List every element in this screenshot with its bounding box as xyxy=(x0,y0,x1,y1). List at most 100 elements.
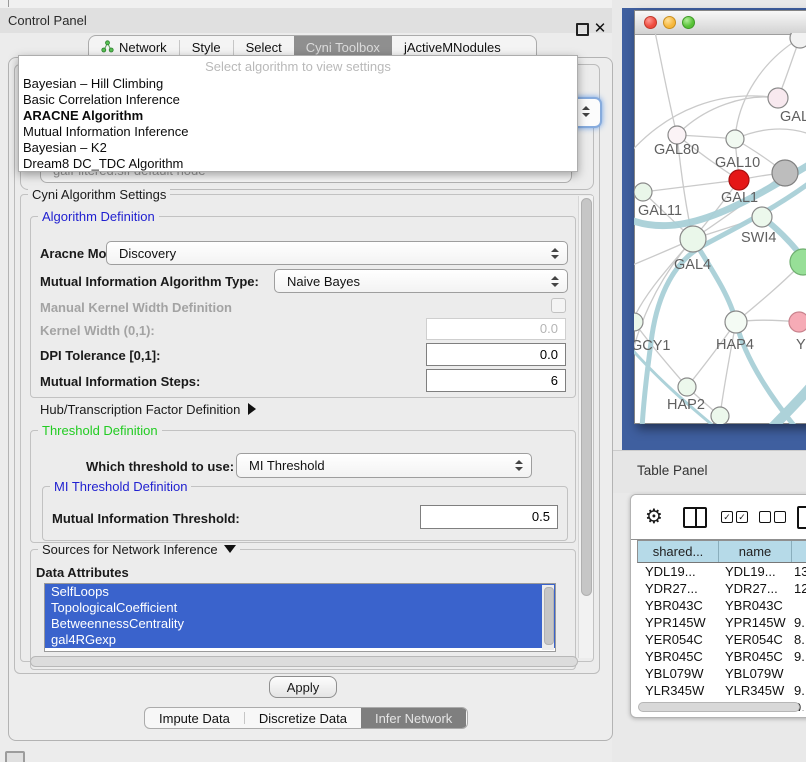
list-item[interactable]: BetweennessCentrality xyxy=(45,616,555,632)
node-label: HAP4 xyxy=(716,337,754,353)
table-row[interactable]: YPR145W YPR145W 9. xyxy=(637,614,806,631)
node-gray[interactable] xyxy=(772,160,798,186)
network-node-labels: GAL GAL80 GAL10 GAL1 GAL11 SWI4 GAL4 GCY… xyxy=(634,109,806,413)
tab-infer-network[interactable]: Infer Network xyxy=(361,708,466,728)
hub-definition-label: Hub/Transcription Factor Definition xyxy=(40,402,240,417)
node-pink[interactable] xyxy=(789,312,806,332)
cyni-algorithm-settings-title: Cyni Algorithm Settings xyxy=(28,188,170,201)
settings-vertical-scrollbar[interactable] xyxy=(578,196,593,658)
close-traffic-light-icon[interactable] xyxy=(644,16,657,29)
hub-definition-toggle[interactable]: Hub/Transcription Factor Definition xyxy=(40,402,256,417)
node-label: Y xyxy=(796,337,806,353)
cell-name: YDR27... xyxy=(717,580,789,597)
scrollbar-thumb[interactable] xyxy=(581,198,592,596)
manual-kernel-width-checkbox[interactable] xyxy=(551,298,566,313)
node-gal11[interactable] xyxy=(634,183,652,201)
combo-stepper-icon xyxy=(551,248,559,259)
node-bottom[interactable] xyxy=(711,407,729,424)
node-hap4[interactable] xyxy=(725,311,747,333)
list-item[interactable]: gal4RGexp xyxy=(45,632,555,648)
manual-kernel-width-label: Manual Kernel Width Definition xyxy=(40,300,232,315)
table-row[interactable]: YBR045C YBR045C 9. xyxy=(637,648,806,665)
mi-threshold-field[interactable]: 0.5 xyxy=(420,505,558,529)
list-vertical-scrollbar[interactable] xyxy=(542,585,554,650)
which-threshold-label: Which threshold to use: xyxy=(86,459,234,474)
mi-algorithm-type-combobox[interactable]: Naive Bayes xyxy=(274,269,568,293)
table-row[interactable]: YDR27... YDR27... 12 xyxy=(637,580,806,597)
network-canvas[interactable]: GAL GAL80 GAL10 GAL1 GAL11 SWI4 GAL4 GCY… xyxy=(634,33,806,424)
mi-algorithm-type-value: Naive Bayes xyxy=(275,274,551,289)
tab-discretize-data-label: Discretize Data xyxy=(259,711,347,726)
column-header-clipped[interactable] xyxy=(792,541,806,562)
node-label: GAL4 xyxy=(674,257,711,273)
table-toolbar: ⚙ ✓ ✓ xyxy=(631,495,806,540)
dropdown-placeholder: Select algorithm to view settings xyxy=(19,59,577,76)
list-item[interactable]: TopologicalCoefficient xyxy=(45,600,555,616)
table-row[interactable]: YER054C YER054C 8. xyxy=(637,631,806,648)
node-table[interactable]: shared... name YDL19... YDL19... 13 YDR2… xyxy=(637,540,806,711)
mi-threshold-label: Mutual Information Threshold: xyxy=(52,511,240,526)
minimize-traffic-light-icon[interactable] xyxy=(663,16,676,29)
cell-name: YBR043C xyxy=(717,597,789,614)
mi-algorithm-type-label: Mutual Information Algorithm Type: xyxy=(40,274,259,289)
tab-discretize-data[interactable]: Discretize Data xyxy=(245,708,361,728)
node-swi4[interactable] xyxy=(752,207,772,227)
aracne-mode-combobox[interactable]: Discovery xyxy=(106,241,568,265)
column-header-name[interactable]: name xyxy=(719,541,792,562)
data-attributes-list[interactable]: SelfLoops TopologicalCoefficient Between… xyxy=(44,583,556,652)
node-unlabeled[interactable] xyxy=(790,33,806,48)
export-table-icon[interactable] xyxy=(797,506,806,529)
dropdown-item[interactable]: Bayesian – K2 xyxy=(19,140,577,156)
dropdown-item[interactable]: Bayesian – Hill Climbing xyxy=(19,76,577,92)
sources-group-title[interactable]: Sources for Network Inference xyxy=(38,543,240,556)
dropdown-item-selected[interactable]: ARACNE Algorithm xyxy=(19,108,577,124)
tab-style-label: Style xyxy=(192,40,221,55)
table-row[interactable]: YBR043C YBR043C xyxy=(637,597,806,614)
split-columns-icon[interactable] xyxy=(683,507,707,528)
network-window-titlebar[interactable] xyxy=(635,11,806,35)
tab-select-label: Select xyxy=(246,40,282,55)
list-item[interactable]: SelfLoops xyxy=(45,584,555,600)
table-row[interactable]: YBL079W YBL079W xyxy=(637,665,806,682)
cell-extra xyxy=(789,597,806,614)
settings-horizontal-scrollbar[interactable] xyxy=(30,656,578,667)
network-icon xyxy=(101,40,114,56)
which-threshold-value: MI Threshold xyxy=(237,458,515,473)
table-horizontal-scrollbar[interactable] xyxy=(638,702,800,712)
cell-extra: 9. xyxy=(789,648,806,665)
dropdown-item[interactable]: Mutual Information Inference xyxy=(19,124,577,140)
tab-impute-data[interactable]: Impute Data xyxy=(145,708,244,728)
select-all-columns-icon[interactable]: ✓ ✓ xyxy=(721,511,748,523)
scrollbar-thumb[interactable] xyxy=(544,587,554,645)
gear-icon[interactable]: ⚙ xyxy=(645,504,663,529)
deselect-all-columns-icon[interactable] xyxy=(759,511,786,523)
apply-button[interactable]: Apply xyxy=(269,676,337,698)
checked-checkbox-icon: ✓ xyxy=(736,511,748,523)
close-icon[interactable]: ✕ xyxy=(592,16,608,41)
node-gal1-selected-red[interactable] xyxy=(729,170,749,190)
node-label: GAL xyxy=(780,109,806,125)
combo-stepper-icon xyxy=(515,460,523,471)
node-gcy1[interactable] xyxy=(634,313,643,331)
cell-name: YLR345W xyxy=(717,682,789,699)
table-row[interactable]: YLR345W YLR345W 9. xyxy=(637,682,806,699)
float-window-icon[interactable] xyxy=(576,23,589,36)
kernel-width-field[interactable]: 0.0 xyxy=(426,318,566,340)
node-gal2[interactable] xyxy=(768,88,788,108)
node-hap2[interactable] xyxy=(678,378,696,396)
dpi-tolerance-field[interactable]: 0.0 xyxy=(426,343,566,366)
node-gal4[interactable] xyxy=(680,226,706,252)
collapsed-panel-icon[interactable] xyxy=(5,751,25,762)
dropdown-item[interactable]: Dream8 DC_TDC Algorithm xyxy=(19,156,577,172)
cell-name: YBR045C xyxy=(717,648,789,665)
table-row[interactable]: YDL19... YDL19... 13 xyxy=(637,563,806,580)
zoom-traffic-light-icon[interactable] xyxy=(682,16,695,29)
expand-right-icon xyxy=(248,403,256,415)
which-threshold-combobox[interactable]: MI Threshold xyxy=(236,453,532,478)
mi-steps-field[interactable]: 6 xyxy=(426,369,566,392)
node-gal10[interactable] xyxy=(726,130,744,148)
node-green[interactable] xyxy=(790,249,806,275)
dropdown-item[interactable]: Basic Correlation Inference xyxy=(19,92,577,108)
combo-stepper-icon xyxy=(582,106,590,117)
column-header-shared-name[interactable]: shared... xyxy=(638,541,719,562)
